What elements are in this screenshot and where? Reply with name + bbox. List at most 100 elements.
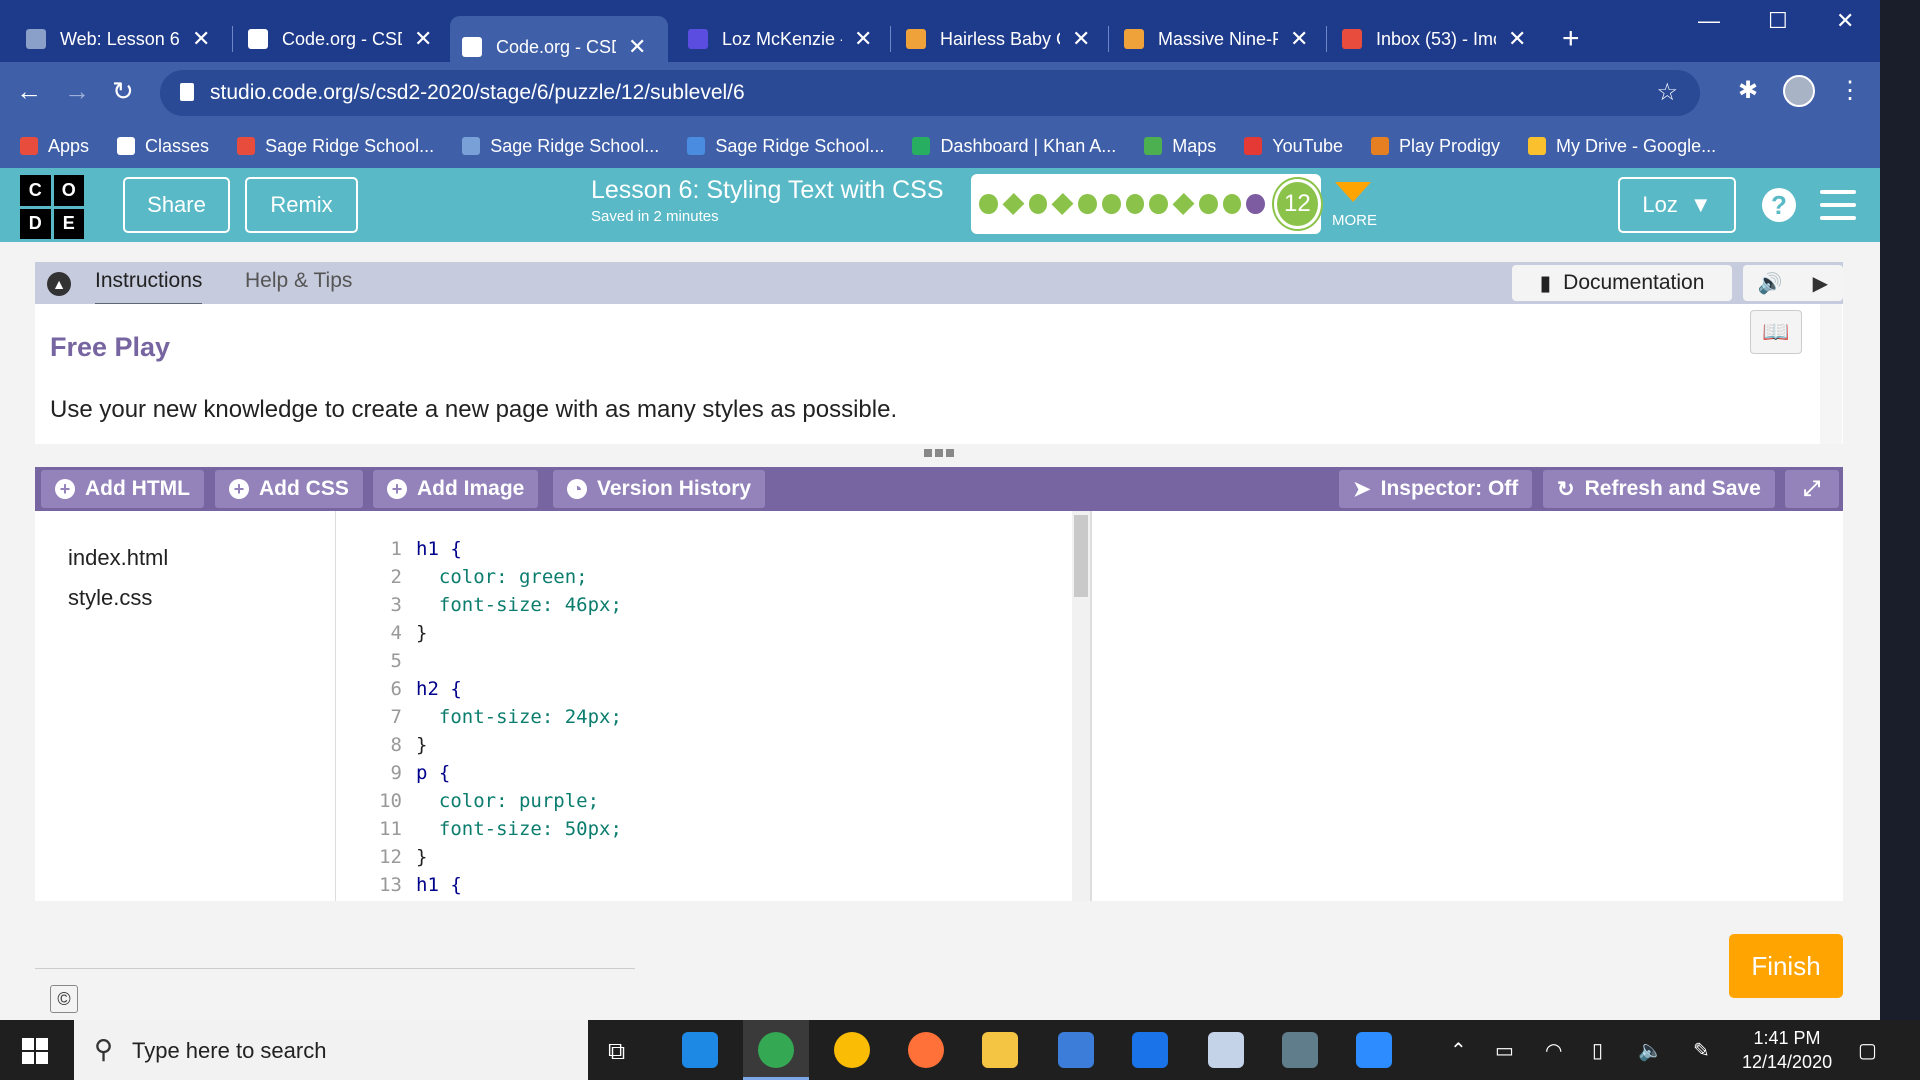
code-line[interactable]: h1 { (416, 535, 622, 563)
close-icon[interactable]: ✕ (192, 26, 210, 52)
bookmark-item[interactable]: My Drive - Google... (1528, 136, 1716, 157)
level-bubble[interactable] (1101, 194, 1121, 214)
finish-button[interactable]: Finish (1729, 934, 1843, 998)
documentation-button[interactable]: ▮ Documentation (1512, 265, 1732, 301)
file-style-css[interactable]: style.css (68, 585, 152, 611)
level-bubble-current[interactable] (1246, 194, 1265, 214)
file-explorer-icon[interactable] (982, 1032, 1018, 1068)
inspector-toggle-button[interactable]: ➤ Inspector: Off (1339, 470, 1533, 508)
level-bubble[interactable] (1125, 194, 1145, 214)
tab-instructions[interactable]: Instructions (95, 269, 203, 306)
address-bar[interactable]: studio.code.org/s/csd2-2020/stage/6/puzz… (160, 70, 1700, 116)
new-tab-icon[interactable]: + (1562, 22, 1580, 56)
hamburger-menu-icon[interactable] (1820, 190, 1856, 220)
code-line[interactable]: color: green; (416, 563, 622, 591)
play-icon[interactable]: ▶ (1813, 271, 1828, 296)
microphone-icon[interactable]: ▯ (1592, 1038, 1603, 1063)
code-line[interactable]: font-size: 24px; (416, 703, 622, 731)
code-line[interactable]: } (416, 619, 622, 647)
calculator-icon[interactable] (1282, 1032, 1318, 1068)
extensions-icon[interactable]: ✱ (1738, 76, 1758, 105)
close-icon[interactable]: ✕ (1290, 26, 1308, 52)
preview-pane[interactable] (1090, 511, 1843, 901)
speaker-icon[interactable]: 🔊 (1758, 271, 1783, 296)
fullscreen-icon[interactable]: ⤢ (1785, 470, 1839, 508)
close-icon[interactable]: ✕ (854, 26, 872, 52)
level-bubble[interactable] (1078, 194, 1097, 214)
bookmark-item[interactable]: YouTube (1244, 136, 1343, 157)
code-line[interactable]: h1 { (416, 871, 622, 899)
add-image-button[interactable]: + Add Image (373, 470, 539, 508)
windows-start-icon[interactable] (22, 1038, 48, 1064)
text-to-speech-icon[interactable]: 📖 (1750, 310, 1802, 354)
close-icon[interactable]: ✕ (1072, 26, 1090, 52)
code-line[interactable]: color: purple; (416, 787, 622, 815)
browser-tab[interactable]: Code.org - CSD ✕ (236, 16, 444, 62)
mail-icon[interactable] (1132, 1032, 1168, 1068)
chrome-profile-icon[interactable] (834, 1032, 870, 1068)
pen-icon[interactable]: ✎ (1693, 1038, 1710, 1063)
code-line[interactable]: font-size: 46px; (416, 591, 622, 619)
browser-tab[interactable]: Web: Lesson 6: ✕ (14, 16, 222, 62)
instructions-scrollbar[interactable] (1820, 304, 1842, 444)
level-diamond[interactable] (1172, 193, 1195, 215)
collapse-chevron-icon[interactable]: ▲ (47, 272, 71, 296)
browser-tab[interactable]: Loz McKenzie - ✕ (676, 16, 884, 62)
remix-button[interactable]: Remix (245, 177, 358, 233)
code-line[interactable]: } (416, 731, 622, 759)
tray-chevron-icon[interactable]: ⌃ (1450, 1038, 1467, 1063)
more-arrow-icon[interactable] (1335, 182, 1371, 202)
bookmark-item[interactable]: Maps (1144, 136, 1216, 157)
editor-scrollbar[interactable] (1072, 511, 1090, 901)
level-number-badge[interactable]: 12 (1273, 179, 1321, 229)
panel-resize-handle[interactable] (924, 449, 954, 457)
browser-menu-icon[interactable]: ⋮ (1838, 76, 1862, 105)
profile-avatar[interactable] (1783, 75, 1815, 107)
code-line[interactable]: font-size: 50px; (416, 815, 622, 843)
file-index-html[interactable]: index.html (68, 545, 168, 571)
bookmark-item[interactable]: Sage Ridge School... (237, 136, 434, 157)
code-lines[interactable]: h1 { color: green; font-size: 46px; } h2… (416, 535, 622, 899)
microsoft-store-icon[interactable] (1058, 1032, 1094, 1068)
close-icon[interactable]: ✕ (414, 26, 432, 52)
bookmark-item[interactable]: Sage Ridge School... (687, 136, 884, 157)
minimize-icon[interactable]: — (1698, 8, 1720, 34)
code-org-logo[interactable]: C O D E (20, 175, 84, 239)
bookmark-star-icon[interactable]: ☆ (1656, 78, 1678, 107)
close-icon[interactable]: ✕ (628, 34, 646, 60)
bookmark-item[interactable]: Classes (117, 136, 209, 157)
bookmark-item[interactable]: Dashboard | Khan A... (912, 136, 1116, 157)
chrome-icon[interactable] (758, 1032, 794, 1068)
add-css-button[interactable]: + Add CSS (215, 470, 363, 508)
code-line[interactable]: } (416, 843, 622, 871)
more-levels-link[interactable]: MORE (1332, 212, 1377, 229)
firefox-icon[interactable] (908, 1032, 944, 1068)
help-icon[interactable]: ? (1762, 188, 1796, 222)
level-bubble[interactable] (1028, 194, 1048, 214)
wifi-icon[interactable]: ◠ (1545, 1038, 1562, 1063)
tab-help-tips[interactable]: Help & Tips (245, 269, 352, 293)
level-bubble[interactable] (1149, 194, 1168, 214)
level-diamond[interactable] (1002, 193, 1025, 215)
bookmark-item[interactable]: Apps (20, 136, 89, 157)
code-editor[interactable]: 1 2 3 4 5 6 7 8 9 10 11 12 13 h1 { color… (335, 511, 1072, 901)
app-icon[interactable] (1208, 1032, 1244, 1068)
level-bubble[interactable] (1198, 194, 1218, 214)
level-bubble[interactable] (979, 194, 998, 214)
share-button[interactable]: Share (123, 177, 230, 233)
code-line[interactable]: p { (416, 759, 622, 787)
version-history-button[interactable]: ◔ Version History (553, 470, 766, 508)
code-line[interactable]: h2 { (416, 675, 622, 703)
level-diamond[interactable] (1051, 193, 1074, 215)
notifications-icon[interactable]: ▢ (1858, 1038, 1877, 1063)
add-html-button[interactable]: + Add HTML (41, 470, 204, 508)
level-bubble[interactable] (1222, 194, 1242, 214)
refresh-save-button[interactable]: ↻ Refresh and Save (1543, 470, 1775, 508)
forward-arrow-icon[interactable]: → (64, 76, 90, 107)
bookmark-item[interactable]: Play Prodigy (1370, 136, 1500, 157)
zoom-icon[interactable] (1356, 1032, 1392, 1068)
browser-tab[interactable]: Hairless Baby C ✕ (894, 16, 1102, 62)
bookmark-item[interactable]: Sage Ridge School... (462, 136, 659, 157)
back-arrow-icon[interactable]: ← (16, 76, 42, 107)
code-line[interactable] (416, 647, 622, 675)
